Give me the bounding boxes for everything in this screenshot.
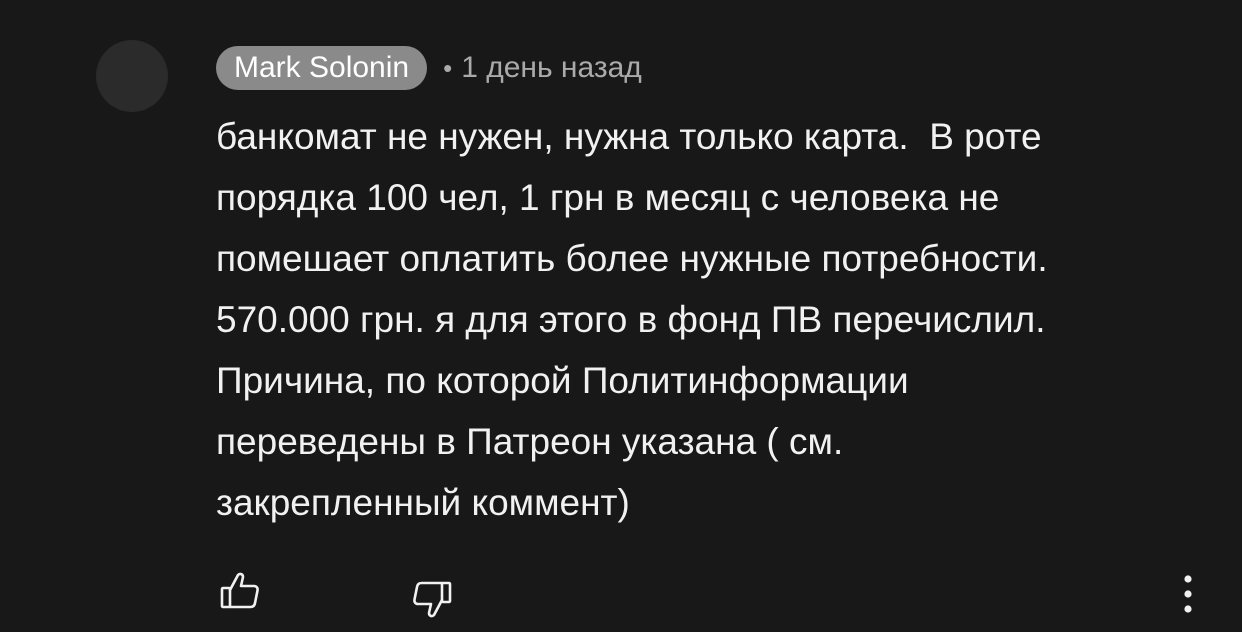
avatar[interactable] bbox=[96, 40, 168, 112]
more-options-icon[interactable] bbox=[1175, 572, 1201, 616]
comment-header: Mark Solonin • 1 день назад bbox=[216, 45, 642, 91]
like-icon[interactable] bbox=[220, 570, 260, 610]
meta-separator: • bbox=[443, 52, 453, 83]
dislike-icon[interactable] bbox=[412, 580, 452, 620]
author-name-chip[interactable]: Mark Solonin bbox=[216, 46, 428, 90]
comment-text: банкомат не нужен, нужна только карта. В… bbox=[216, 116, 1048, 523]
comment-timestamp[interactable]: 1 день назад bbox=[461, 51, 642, 85]
